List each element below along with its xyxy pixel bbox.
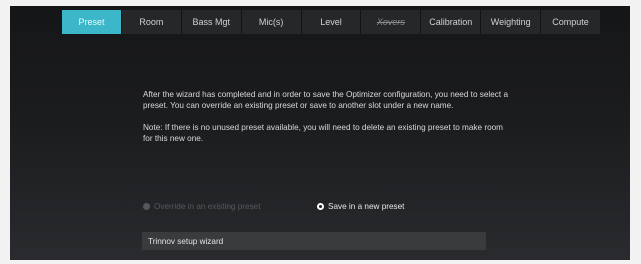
override-existing-label: Override in an existing preset [154,202,261,211]
save-new-label: Save in a new preset [328,202,405,211]
tab-bass-mgt[interactable]: Bass Mgt [182,10,242,34]
tab-preset[interactable]: Preset [62,10,122,34]
save-new-option[interactable]: Save in a new preset [317,202,404,211]
radio-selected-icon[interactable] [317,203,324,210]
wizard-screen: Preset Room Bass Mgt Mic(s) Level Xovers… [10,6,630,260]
radio-unselected-icon[interactable] [143,203,150,210]
tab-calibration[interactable]: Calibration [421,10,482,34]
tab-room[interactable]: Room [122,10,182,34]
wizard-tab-bar: Preset Room Bass Mgt Mic(s) Level Xovers… [62,10,600,34]
tab-xovers: Xovers [361,10,422,34]
note-paragraph: Note: If there is no unused preset avail… [143,122,504,144]
preset-mode-options: Override in an existing preset Save in a… [143,202,503,216]
tab-mics[interactable]: Mic(s) [242,10,302,34]
tab-compute[interactable]: Compute [541,10,600,34]
preset-name-input[interactable] [142,232,486,250]
tab-weighting[interactable]: Weighting [481,10,542,34]
tab-level[interactable]: Level [302,10,362,34]
instructions-paragraph: After the wizard has completed and in or… [143,90,508,111]
override-existing-option[interactable]: Override in an existing preset [143,202,261,211]
instructions: After the wizard has completed and in or… [143,89,513,155]
